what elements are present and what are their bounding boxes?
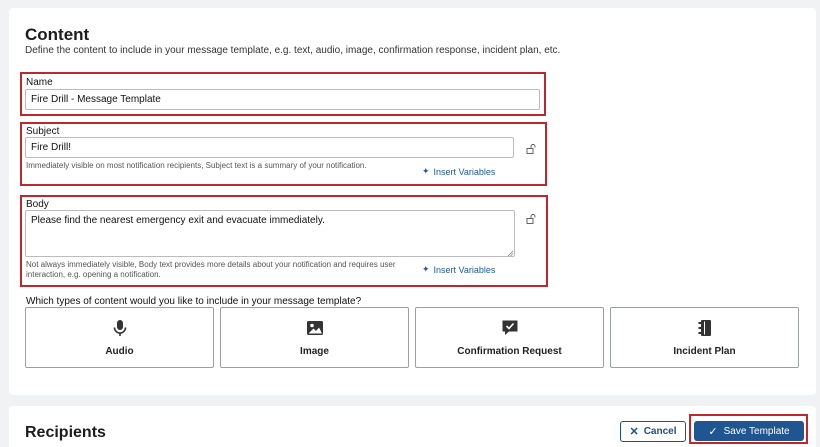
content-type-incident-plan[interactable]: Incident Plan (610, 307, 799, 368)
image-icon (306, 321, 323, 335)
body-textarea[interactable]: Please find the nearest emergency exit a… (25, 210, 515, 257)
name-label: Name (26, 77, 53, 88)
content-card: Content Define the content to include in… (9, 8, 816, 395)
insert-variables-icon: ✦ (422, 166, 430, 176)
cancel-label: Cancel (643, 426, 677, 437)
subject-insert-variables[interactable]: ✦ Insert Variables (422, 166, 495, 177)
content-type-label: Audio (105, 346, 134, 357)
insert-variables-label: Insert Variables (433, 264, 496, 275)
close-icon: ✕ (629, 426, 639, 438)
lock-icon[interactable] (526, 214, 536, 224)
insert-variables-label: Insert Variables (433, 166, 496, 177)
content-type-label: Image (300, 346, 329, 357)
body-label: Body (26, 199, 49, 210)
content-title: Content (25, 25, 90, 44)
lock-icon[interactable] (526, 144, 536, 154)
body-insert-variables[interactable]: ✦ Insert Variables (422, 264, 495, 275)
insert-variables-icon: ✦ (422, 264, 430, 274)
resize-handle-icon[interactable] (507, 250, 513, 256)
content-description: Define the content to include in your me… (25, 45, 561, 56)
save-template-button[interactable]: ✓ Save Template (694, 421, 804, 441)
subject-label: Subject (26, 126, 60, 137)
content-type-audio[interactable]: Audio (25, 307, 214, 368)
confirmation-icon (502, 320, 517, 335)
subject-help: Immediately visible on most notification… (26, 161, 367, 170)
content-type-confirmation-request[interactable]: Confirmation Request (415, 307, 604, 368)
name-input[interactable] (25, 89, 540, 110)
content-type-label: Confirmation Request (457, 346, 562, 357)
binder-icon (698, 320, 711, 336)
cancel-button[interactable]: ✕ Cancel (620, 421, 686, 442)
recipients-card: Recipients ✕ Cancel ✓ Save Template (9, 406, 816, 447)
content-type-label: Incident Plan (673, 346, 736, 357)
content-types-question: Which types of content would you like to… (26, 296, 362, 307)
body-help: Not always immediately visible, Body tex… (26, 260, 396, 279)
microphone-icon (113, 320, 126, 336)
recipients-title: Recipients (25, 424, 106, 441)
check-icon: ✓ (708, 425, 718, 438)
content-type-image[interactable]: Image (220, 307, 409, 368)
subject-input[interactable] (25, 137, 514, 158)
save-label: Save Template (723, 425, 790, 437)
